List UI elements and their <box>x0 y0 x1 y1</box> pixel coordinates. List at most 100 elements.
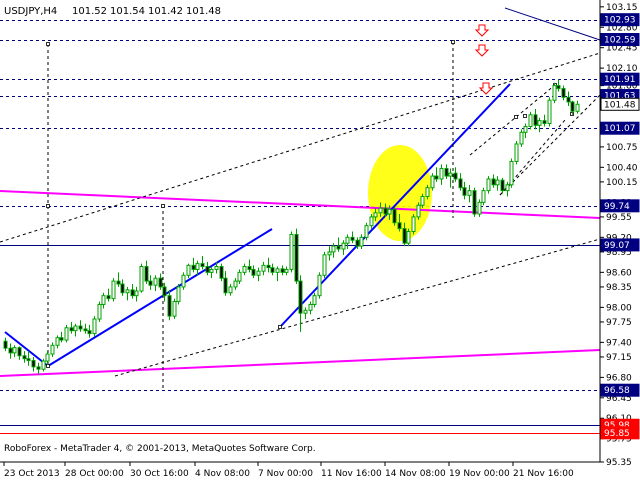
candle <box>505 181 510 197</box>
candle <box>434 167 439 182</box>
candle <box>303 307 308 320</box>
candle-body <box>228 286 233 294</box>
price-label: 95.85 <box>604 429 630 439</box>
candle-body <box>8 347 13 354</box>
time-tick-label: 28 Oct 00:00 <box>65 469 124 479</box>
candle <box>247 259 252 273</box>
candle-body <box>242 266 247 273</box>
candle <box>8 343 13 359</box>
magenta-trendline-upper <box>0 190 601 219</box>
candle <box>411 213 416 235</box>
candle-body <box>425 187 430 197</box>
candle <box>233 278 238 290</box>
candle <box>59 331 64 343</box>
time-tick-label: 11 Nov 16:00 <box>321 469 382 479</box>
candle <box>78 320 83 332</box>
candle-body <box>87 330 92 335</box>
candle <box>270 263 275 276</box>
candle-body <box>505 184 510 192</box>
candle-body <box>434 175 439 180</box>
candle-body <box>491 178 496 186</box>
candle-body <box>575 103 580 112</box>
price-tick-label: 97.40 <box>606 338 632 348</box>
symbol-label: USDJPY,H4 <box>4 6 57 17</box>
candle-body <box>411 216 416 232</box>
candle-body <box>205 266 210 273</box>
candle <box>36 362 41 375</box>
candle <box>519 129 524 147</box>
candle-body <box>101 295 106 305</box>
candle-body <box>83 328 88 332</box>
candle-body <box>406 231 411 244</box>
candle-body <box>55 337 60 346</box>
candle-body <box>158 277 163 288</box>
candle <box>345 234 350 250</box>
candle <box>191 257 196 273</box>
candle-body <box>533 114 538 126</box>
time-axis: 23 Oct 2013 28 Oct 00:00 30 Oct 16:00 4 Nov… <box>0 461 600 479</box>
candle <box>97 301 102 322</box>
candle <box>31 356 36 372</box>
candle-body <box>181 274 186 288</box>
candle-body <box>439 167 444 180</box>
anchor-point <box>161 204 165 208</box>
time-tick-label: 7 Nov 00:00 <box>258 469 313 479</box>
candle-body <box>162 286 167 297</box>
candle <box>237 269 242 285</box>
chart-svg: 103.15102.80102.45102.10101.80101.45101.… <box>0 0 640 479</box>
candle <box>392 206 397 226</box>
price-tick-label: 102.10 <box>606 64 638 74</box>
open-value: 101.52 <box>72 6 107 17</box>
candle <box>350 231 355 244</box>
copyright-text: RoboForex - MetaTrader 4, © 2001-2013, M… <box>4 444 316 454</box>
candle <box>491 174 496 188</box>
candle <box>3 337 8 352</box>
candle-body <box>462 187 467 196</box>
candle-body <box>416 204 421 218</box>
anchor-point <box>523 114 527 118</box>
candle <box>181 272 186 290</box>
candle <box>55 335 60 349</box>
candle-body <box>270 267 275 273</box>
candle <box>251 265 256 279</box>
candle-body <box>500 179 505 192</box>
candle <box>83 323 88 334</box>
candle <box>186 263 191 279</box>
candle <box>26 351 31 366</box>
candle <box>317 272 322 299</box>
candle <box>439 164 444 185</box>
candle-body <box>97 303 102 320</box>
candle <box>472 187 477 217</box>
anchor-point <box>514 115 518 119</box>
candle-body <box>237 271 242 282</box>
candle-body <box>36 366 41 370</box>
candle-body <box>176 286 181 303</box>
candle-body <box>341 242 346 250</box>
down-arrow-icon <box>478 82 494 95</box>
candle-body <box>430 175 435 189</box>
candle <box>167 289 172 321</box>
candle <box>542 114 547 127</box>
candle <box>116 272 121 287</box>
candle-body <box>50 344 55 355</box>
candle <box>101 292 106 309</box>
candle <box>359 234 364 250</box>
candle-body <box>312 295 317 305</box>
candle <box>341 240 346 255</box>
candle <box>486 176 491 194</box>
candle <box>509 158 514 188</box>
candle <box>477 199 482 217</box>
candle <box>444 164 449 179</box>
anchor-point <box>46 364 50 368</box>
candle-body <box>59 337 64 341</box>
candle-body <box>350 236 355 241</box>
candle <box>566 91 571 107</box>
anchor-point <box>451 40 455 44</box>
candle-body <box>317 274 322 297</box>
candle-body <box>275 268 280 273</box>
candle-body <box>448 172 453 177</box>
price-label: 99.74 <box>604 202 630 212</box>
candle <box>256 267 261 282</box>
candle-body <box>519 131 524 145</box>
candle <box>406 228 411 247</box>
